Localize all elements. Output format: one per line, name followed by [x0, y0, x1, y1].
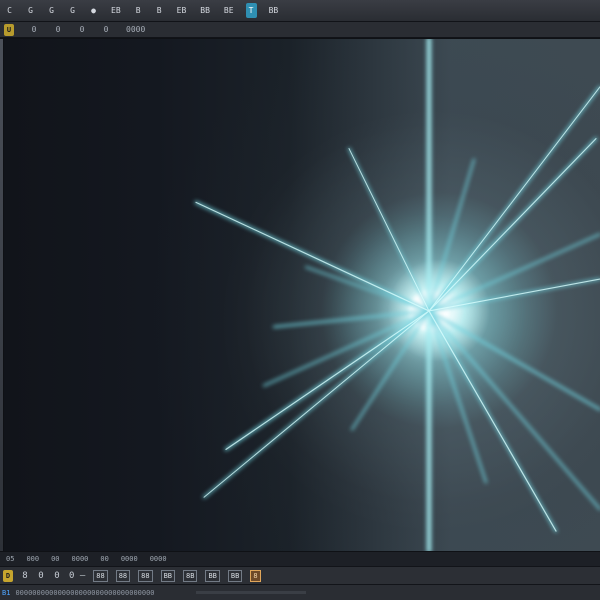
- canvas-viewport[interactable]: [4, 39, 600, 551]
- bottom-toolbar-button-2[interactable]: 8: [21, 570, 29, 582]
- sub-toolbar-button-2[interactable]: 0: [30, 24, 38, 36]
- bottom-toolbar-button-11[interactable]: BB: [205, 569, 220, 582]
- bottom-toolbar-button-3[interactable]: 0: [37, 570, 45, 582]
- toolbar-button-6[interactable]: EB: [109, 3, 123, 18]
- light-burst-image: [194, 39, 600, 551]
- toolbar-button-12[interactable]: T: [245, 3, 257, 18]
- bottom-toolbar-button-8[interactable]: 88: [138, 569, 153, 582]
- timeline-label-4: 0000: [71, 555, 89, 563]
- viewport-shell: [0, 38, 600, 552]
- sub-toolbar-button-1[interactable]: U: [4, 23, 14, 36]
- toolbar-button-11[interactable]: BE: [222, 3, 236, 18]
- toolbar-button-7[interactable]: B: [133, 3, 144, 18]
- sub-toolbar: U 0 0 0 0 0000: [0, 22, 600, 38]
- timeline-label-1: 05: [6, 555, 15, 563]
- bottom-toolbar-button-1[interactable]: D: [3, 569, 13, 582]
- sub-toolbar-button-4[interactable]: 0: [78, 24, 86, 36]
- bottom-toolbar-button-12[interactable]: BB: [227, 569, 243, 582]
- sub-toolbar-button-5[interactable]: 0: [102, 24, 110, 36]
- status-chip: B1: [2, 588, 11, 597]
- timeline-label-6: 0000: [120, 555, 138, 563]
- bottom-toolbar-button-4[interactable]: 0: [53, 570, 61, 582]
- bottom-toolbar-button-7[interactable]: 88: [115, 569, 131, 582]
- status-left: B1 000000000000000000000000000000000: [2, 589, 180, 597]
- status-text: 000000000000000000000000000000000: [15, 588, 155, 597]
- sub-toolbar-button-6[interactable]: 0000: [126, 24, 145, 36]
- timeline-label-3: 00: [51, 555, 60, 563]
- toolbar-button-9[interactable]: EB: [175, 3, 189, 18]
- timeline-label-7: 0000: [149, 555, 167, 563]
- sub-toolbar-button-3[interactable]: 0: [54, 24, 62, 36]
- toolbar-button-10[interactable]: BB: [198, 3, 212, 18]
- editor-window: C G G G ● EB B B EB BB BE T BB U 0 0 0 0…: [0, 0, 600, 600]
- bottom-toolbar: D 8 0 0 0 — 88 88 88 BB 8B BB BB 8: [0, 566, 600, 584]
- bottom-toolbar-button-10[interactable]: 8B: [183, 569, 198, 582]
- bottom-toolbar-button-5[interactable]: 0 —: [69, 570, 85, 582]
- toolbar-button-2[interactable]: G: [25, 3, 36, 18]
- toolbar-button-1[interactable]: C: [4, 3, 15, 18]
- toolbar-button-4[interactable]: G: [67, 3, 78, 18]
- toolbar-button-8[interactable]: B: [154, 3, 165, 18]
- status-progress: [196, 591, 306, 594]
- bottom-toolbar-button-6[interactable]: 88: [93, 569, 108, 582]
- toolbar-button-3[interactable]: G: [46, 3, 57, 18]
- toolbar-button-13[interactable]: BB: [267, 3, 281, 18]
- status-bar: B1 000000000000000000000000000000000: [0, 584, 600, 600]
- toolbar-button-5[interactable]: ●: [88, 3, 99, 18]
- timeline-label-5: 00: [100, 555, 109, 563]
- bottom-toolbar-button-13[interactable]: 8: [250, 569, 261, 582]
- top-toolbar: C G G G ● EB B B EB BB BE T BB: [0, 0, 600, 22]
- bottom-toolbar-button-9[interactable]: BB: [160, 569, 176, 582]
- timeline-labels: 05 000 00 0000 00 0000 0000: [0, 552, 600, 566]
- timeline-label-2: 000: [26, 555, 40, 563]
